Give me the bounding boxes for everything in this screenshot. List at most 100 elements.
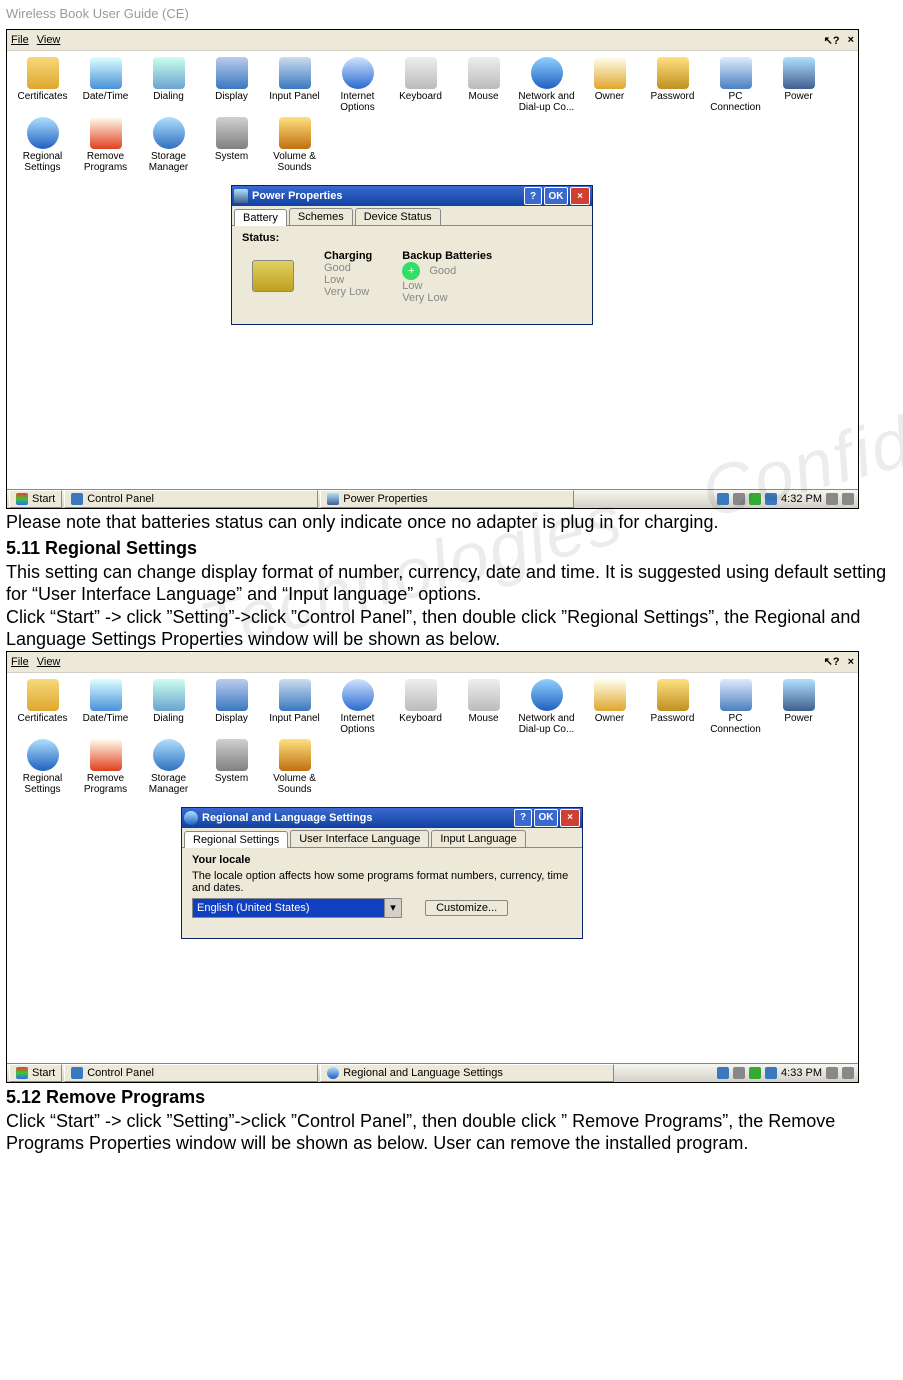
cp-item-certificates[interactable]: Certificates: [11, 57, 74, 113]
menu-file-2[interactable]: File: [11, 656, 29, 668]
tab-ui-lang[interactable]: User Interface Language: [290, 830, 429, 847]
cp-item-power[interactable]: Power: [767, 679, 830, 735]
tab-schemes[interactable]: Schemes: [289, 208, 353, 225]
cp-item-display[interactable]: Display: [200, 57, 263, 113]
ok-button-2[interactable]: OK: [534, 809, 558, 827]
mouse-icon: [468, 57, 500, 89]
tab-regional[interactable]: Regional Settings: [184, 831, 288, 848]
help-button[interactable]: ?: [524, 187, 542, 205]
cp-item-remove-programs[interactable]: Remove Programs: [74, 739, 137, 795]
cp-item-pc-connection[interactable]: PC Connection: [704, 57, 767, 113]
cp-item-keyboard[interactable]: Keyboard: [389, 57, 452, 113]
tab-battery[interactable]: Battery: [234, 209, 287, 226]
vol-icon: [279, 117, 311, 149]
dial-icon: [153, 679, 185, 711]
cp-item-owner[interactable]: Owner: [578, 679, 641, 735]
ok-button[interactable]: OK: [544, 187, 568, 205]
cp-item-input-panel[interactable]: Input Panel: [263, 57, 326, 113]
cp-icon-2: [71, 1067, 83, 1079]
cp-label: Keyboard: [389, 713, 452, 735]
taskbar-control-panel-2[interactable]: Control Panel: [64, 1064, 318, 1082]
cp-item-network-and-dial-up-co-[interactable]: Network and Dial-up Co...: [515, 679, 578, 735]
cp-item-system[interactable]: System: [200, 739, 263, 795]
tray-icon-6b[interactable]: [842, 1067, 854, 1079]
cp-label: Certificates: [11, 91, 74, 113]
cp-item-remove-programs[interactable]: Remove Programs: [74, 117, 137, 173]
close-icon-2[interactable]: ×: [848, 656, 854, 668]
cp-item-display[interactable]: Display: [200, 679, 263, 735]
whats-this-icon[interactable]: ↖?: [824, 34, 840, 47]
cp-item-owner[interactable]: Owner: [578, 57, 641, 113]
locale-head: Your locale: [192, 854, 572, 866]
pc-icon: [720, 57, 752, 89]
tray-icon-1[interactable]: [717, 493, 729, 505]
tab-device-status[interactable]: Device Status: [355, 208, 441, 225]
cp-item-pc-connection[interactable]: PC Connection: [704, 679, 767, 735]
whats-this-icon-2[interactable]: ↖?: [824, 655, 840, 668]
tray-icon-2[interactable]: [733, 493, 745, 505]
cp-item-storage-manager[interactable]: Storage Manager: [137, 117, 200, 173]
locale-select[interactable]: English (United States): [192, 898, 402, 918]
dialog-titlebar-2: Regional and Language Settings ? OK ×: [182, 808, 582, 828]
b-vlow: Very Low: [402, 292, 492, 304]
tray-icon-2b[interactable]: [733, 1067, 745, 1079]
task-label: Power Properties: [343, 493, 427, 505]
tray-icon-4b[interactable]: [765, 1067, 777, 1079]
cp-item-date-time[interactable]: Date/Time: [74, 679, 137, 735]
cp-item-keyboard[interactable]: Keyboard: [389, 679, 452, 735]
close-icon[interactable]: ×: [848, 34, 854, 46]
cp-item-dialing[interactable]: Dialing: [137, 679, 200, 735]
cp-item-volume-sounds[interactable]: Volume & Sounds: [263, 117, 326, 173]
help-button-2[interactable]: ?: [514, 809, 532, 827]
cp-label: Display: [200, 713, 263, 735]
start-label: Start: [32, 493, 55, 505]
cp-item-date-time[interactable]: Date/Time: [74, 57, 137, 113]
cp-item-mouse[interactable]: Mouse: [452, 679, 515, 735]
customize-button[interactable]: Customize...: [425, 900, 508, 916]
tab-input-lang[interactable]: Input Language: [431, 830, 525, 847]
tray-icon-6[interactable]: [842, 493, 854, 505]
taskbar-power-properties[interactable]: Power Properties: [320, 490, 574, 508]
key-icon: [405, 679, 437, 711]
cp-item-internet-options[interactable]: Internet Options: [326, 57, 389, 113]
cp-item-network-and-dial-up-co-[interactable]: Network and Dial-up Co...: [515, 57, 578, 113]
battery-icon: [252, 260, 294, 292]
inp-icon: [279, 679, 311, 711]
taskbar-control-panel[interactable]: Control Panel: [64, 490, 318, 508]
cp-item-volume-sounds[interactable]: Volume & Sounds: [263, 739, 326, 795]
close-button[interactable]: ×: [570, 187, 590, 205]
menu-view-2[interactable]: View: [37, 656, 61, 668]
start-button-2[interactable]: Start: [9, 1064, 62, 1082]
cp-item-internet-options[interactable]: Internet Options: [326, 679, 389, 735]
cp-label: Internet Options: [326, 713, 389, 735]
cp-item-regional-settings[interactable]: Regional Settings: [11, 117, 74, 173]
cp-item-dialing[interactable]: Dialing: [137, 57, 200, 113]
net-icon: [531, 679, 563, 711]
cp-label: Regional Settings: [11, 151, 74, 173]
menu-file[interactable]: File: [11, 34, 29, 46]
tray-icon-1b[interactable]: [717, 1067, 729, 1079]
tray-icon-5b[interactable]: [826, 1067, 838, 1079]
close-button-2[interactable]: ×: [560, 809, 580, 827]
system-tray-2: 4:33 PM: [717, 1067, 856, 1079]
tray-icon-3b[interactable]: [749, 1067, 761, 1079]
clock-2: 4:33 PM: [781, 1067, 822, 1079]
date-icon: [90, 57, 122, 89]
cp-item-input-panel[interactable]: Input Panel: [263, 679, 326, 735]
cp-label: Owner: [578, 91, 641, 113]
cp-item-certificates[interactable]: Certificates: [11, 679, 74, 735]
cp-item-password[interactable]: Password: [641, 679, 704, 735]
cp-item-storage-manager[interactable]: Storage Manager: [137, 739, 200, 795]
tray-icon-5[interactable]: [826, 493, 838, 505]
tray-icon-3[interactable]: [749, 493, 761, 505]
cp-item-password[interactable]: Password: [641, 57, 704, 113]
menu-view[interactable]: View: [37, 34, 61, 46]
taskbar-regional[interactable]: Regional and Language Settings: [320, 1064, 614, 1082]
tray-icon-4[interactable]: [765, 493, 777, 505]
cp-label: Mouse: [452, 91, 515, 113]
cp-item-mouse[interactable]: Mouse: [452, 57, 515, 113]
cp-item-system[interactable]: System: [200, 117, 263, 173]
cp-item-power[interactable]: Power: [767, 57, 830, 113]
cp-item-regional-settings[interactable]: Regional Settings: [11, 739, 74, 795]
start-button[interactable]: Start: [9, 490, 62, 508]
